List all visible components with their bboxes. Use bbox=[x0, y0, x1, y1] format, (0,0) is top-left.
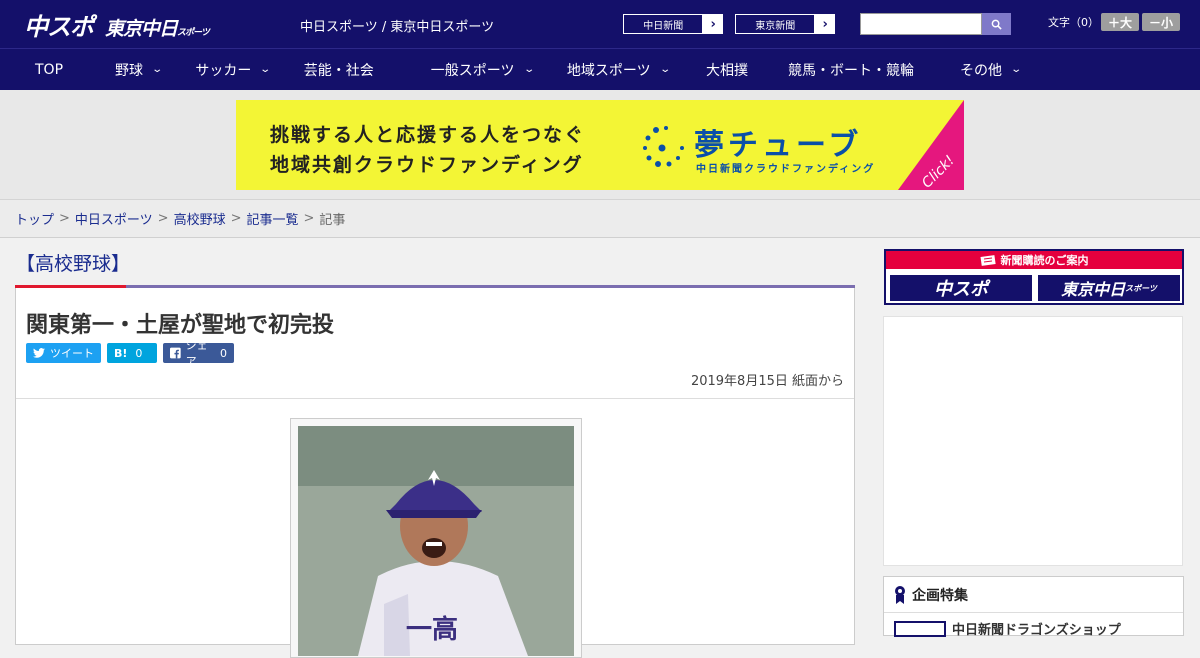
breadcrumb-article-list[interactable]: 記事一覧 bbox=[247, 209, 299, 228]
tokyo-chunichi-subscribe-button[interactable]: 東京中日 スポーツ bbox=[1036, 273, 1182, 303]
banner-brand: 夢チューブ bbox=[694, 128, 863, 163]
breadcrumb-separator: > bbox=[59, 211, 70, 226]
dots-logo-icon bbox=[643, 126, 684, 167]
breadcrumb-separator: > bbox=[230, 211, 242, 226]
breadcrumb-top[interactable]: トップ bbox=[15, 209, 54, 228]
logo-chuspo: 中スポ bbox=[24, 12, 94, 41]
search-button[interactable] bbox=[982, 13, 1011, 35]
nav-item-sumo[interactable]: 大相撲 bbox=[686, 49, 768, 91]
logo-tokyo-suffix: スポーツ bbox=[177, 27, 210, 38]
site-title: 中日スポーツ / 東京中日スポーツ bbox=[300, 20, 495, 35]
nav-item-other[interactable]: その他 ⌄ bbox=[934, 49, 1037, 91]
breadcrumb-chunichi-sports[interactable]: 中日スポーツ bbox=[75, 209, 153, 228]
chunichi-shimbun-label: 中日新聞 bbox=[623, 14, 704, 34]
article-photo-frame: 一高 bbox=[290, 418, 582, 658]
newspaper-icon bbox=[980, 254, 996, 266]
banner-brand-sub: 中日新聞クラウドファンディング bbox=[696, 164, 876, 175]
font-bigger-button[interactable]: ＋大 bbox=[1101, 13, 1139, 31]
crowdfunding-banner[interactable]: 挑戦する人と応援する人をつなぐ 地域共創クラウドファンディング 夢チューブ 中日… bbox=[236, 100, 964, 190]
tokyo-shimbun-link[interactable]: 東京新聞 › bbox=[734, 13, 836, 35]
subscription-box: 新聞購読のご案内 中スポ 東京中日 スポーツ bbox=[884, 249, 1184, 305]
breadcrumb-separator: > bbox=[157, 211, 169, 226]
nav-item-soccer[interactable]: サッカー ⌄ bbox=[178, 49, 286, 91]
ribbon-icon bbox=[895, 585, 905, 604]
nav-item-label: 競馬・ボート・競輪 bbox=[788, 62, 915, 79]
chuspo-subscribe-button[interactable]: 中スポ bbox=[888, 273, 1034, 303]
font-smaller-button[interactable]: －小 bbox=[1142, 13, 1180, 31]
search-input[interactable] bbox=[860, 13, 982, 35]
hatena-bookmark-button[interactable]: B! 0 bbox=[107, 343, 157, 363]
site-logo[interactable]: 中スポ 東京中日スポーツ bbox=[24, 7, 210, 42]
nav-item-local-sports[interactable]: 地域スポーツ ⌄ bbox=[550, 49, 686, 91]
chevron-right-icon: › bbox=[822, 16, 828, 32]
chevron-down-icon: ⌄ bbox=[259, 64, 272, 75]
breadcrumb-separator: > bbox=[303, 211, 315, 226]
feature-item-dragons-shop[interactable]: 中日新聞ドラゴンズショップ bbox=[884, 613, 1183, 644]
nav-item-label: 地域スポーツ bbox=[566, 62, 651, 79]
chevron-down-icon: ⌄ bbox=[522, 64, 535, 75]
article-headline: 関東第一・土屋が聖地で初完投 bbox=[26, 313, 335, 338]
feature-item-label: 中日新聞ドラゴンズショップ bbox=[952, 623, 1121, 638]
search-box bbox=[860, 13, 1011, 35]
nav-item-label: 芸能・社会 bbox=[303, 62, 374, 79]
article-photo[interactable]: 一高 bbox=[298, 426, 574, 656]
category-accent-bar bbox=[15, 285, 126, 288]
nav-item-label: TOP bbox=[35, 61, 64, 78]
top-header: 中スポ 東京中日スポーツ 中日スポーツ / 東京中日スポーツ 中日新聞 › 東京… bbox=[0, 0, 1200, 48]
logo-tokyo-chunichi: 東京中日スポーツ bbox=[105, 14, 210, 41]
nav-item-label: 野球 bbox=[115, 62, 144, 79]
sidebar-ad-slot bbox=[883, 316, 1183, 566]
subscription-header: 新聞購読のご案内 bbox=[886, 251, 1182, 269]
banner-area: 挑戦する人と応援する人をつなぐ 地域共創クラウドファンディング 夢チューブ 中日… bbox=[0, 90, 1200, 200]
tokyo-chunichi-button-suffix: スポーツ bbox=[1125, 283, 1157, 293]
nav-item-racing[interactable]: 競馬・ボート・競輪 bbox=[768, 49, 934, 91]
font-size-label: 文字（0） bbox=[1048, 16, 1099, 29]
breadcrumb-high-school-baseball[interactable]: 高校野球 bbox=[174, 209, 226, 228]
banner-line1: 挑戦する人と応援する人をつなぐ bbox=[270, 124, 586, 146]
chunichi-shimbun-link[interactable]: 中日新聞 › bbox=[622, 13, 724, 35]
article-date: 2019年8月15日 紙面から bbox=[690, 374, 844, 389]
main-nav: TOP 野球 ⌄ サッカー ⌄ 芸能・社会 一般スポーツ ⌄ 地域スポーツ ⌄ 大相撲 … bbox=[0, 48, 1200, 90]
nav-item-general-sports[interactable]: 一般スポーツ ⌄ bbox=[414, 49, 550, 91]
chevron-down-icon: ⌄ bbox=[1010, 64, 1023, 75]
facebook-icon bbox=[170, 347, 181, 359]
facebook-share-button[interactable]: シェア 0 bbox=[163, 339, 234, 368]
facebook-count: 0 bbox=[220, 346, 227, 360]
twitter-share-label: ツイート bbox=[50, 347, 94, 360]
chevron-down-icon: ⌄ bbox=[658, 64, 671, 75]
nav-item-label: サッカー bbox=[195, 62, 252, 79]
hatena-bookmark-icon: B! bbox=[114, 346, 128, 360]
banner-line2: 地域共創クラウドファンディング bbox=[270, 154, 584, 176]
breadcrumb-current: 記事 bbox=[319, 213, 346, 228]
chevron-right-icon: › bbox=[710, 16, 716, 32]
divider bbox=[16, 398, 854, 399]
twitter-share-button[interactable]: ツイート bbox=[26, 343, 101, 363]
feature-section: 企画特集 中日新聞ドラゴンズショップ bbox=[883, 576, 1184, 638]
nav-item-label: 大相撲 bbox=[706, 62, 749, 79]
nav-item-top[interactable]: TOP bbox=[0, 49, 98, 91]
tokyo-shimbun-label: 東京新聞 bbox=[735, 14, 816, 34]
article-card: 関東第一・土屋が聖地で初完投 ツイート B! 0 シェア 0 2019年8月15… bbox=[15, 285, 855, 658]
facebook-share-label: シェア bbox=[185, 339, 208, 368]
nav-item-entertainment[interactable]: 芸能・社会 bbox=[287, 49, 414, 91]
hatena-count: 0 bbox=[135, 346, 143, 360]
feature-title: 企画特集 bbox=[912, 587, 968, 604]
article-top-border bbox=[15, 285, 855, 288]
pitcher-photo-illustration: 一高 bbox=[298, 426, 574, 656]
dragons-shop-thumbnail bbox=[894, 620, 946, 637]
subscription-title: 新聞購読のご案内 bbox=[1000, 254, 1089, 267]
breadcrumb: トップ > 中日スポーツ > 高校野球 > 記事一覧 > 記事 bbox=[0, 200, 1200, 238]
nav-item-label: その他 bbox=[960, 62, 1003, 79]
nav-item-baseball[interactable]: 野球 ⌄ bbox=[98, 49, 178, 91]
nav-item-label: 一般スポーツ bbox=[430, 62, 515, 79]
chevron-down-icon: ⌄ bbox=[151, 64, 164, 75]
logo-tokyo-text: 東京中日 bbox=[105, 17, 178, 40]
feature-title-row: 企画特集 bbox=[884, 577, 1183, 613]
article-category[interactable]: 【高校野球】 bbox=[16, 249, 130, 276]
tokyo-chunichi-button-label: 東京中日 bbox=[1061, 280, 1126, 299]
search-icon bbox=[991, 19, 1002, 30]
twitter-bird-icon bbox=[33, 348, 45, 358]
